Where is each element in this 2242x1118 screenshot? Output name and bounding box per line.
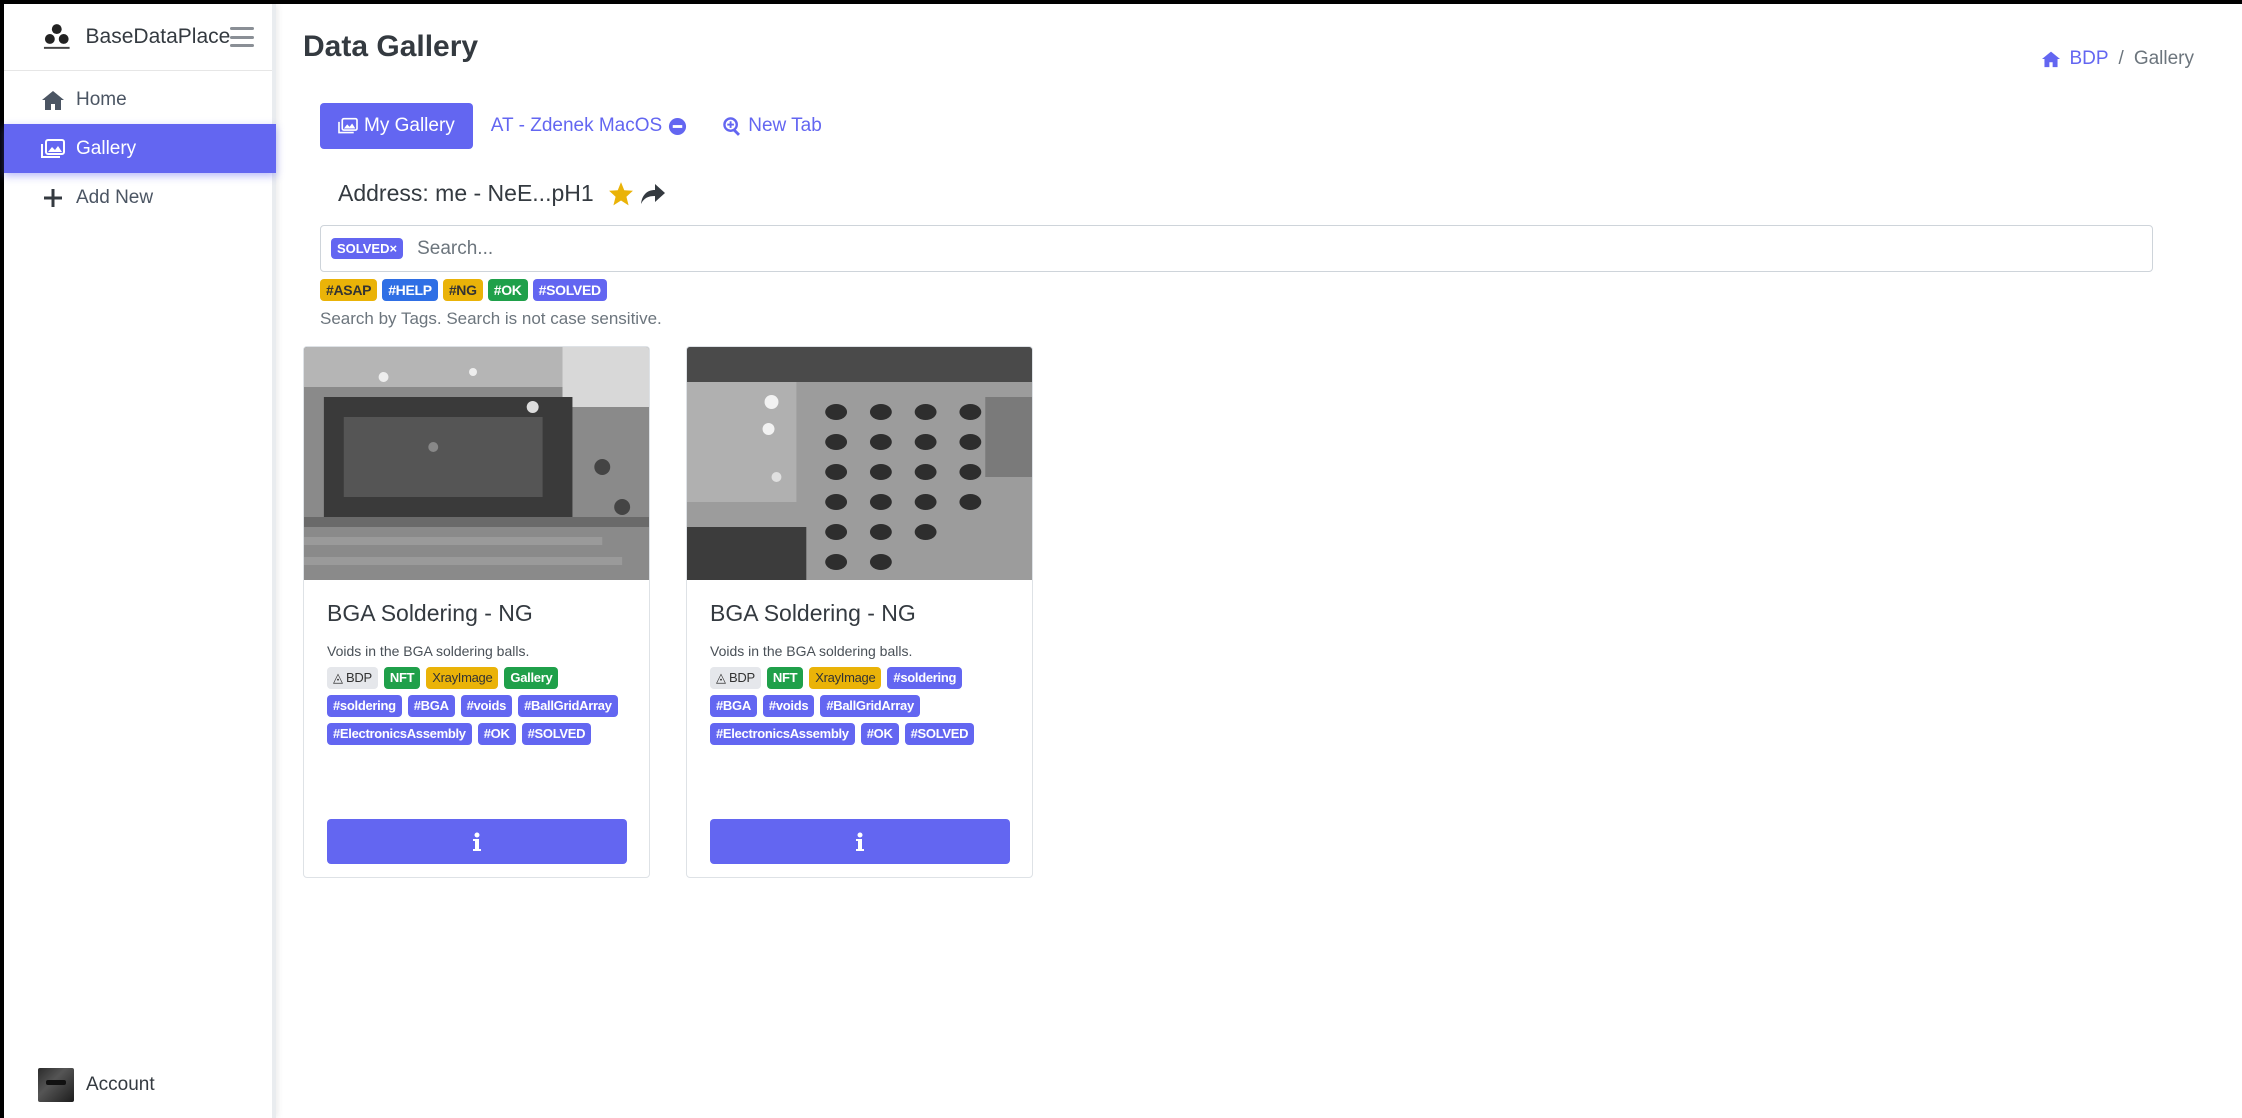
sidebar-item-gallery[interactable]: Gallery [4,124,276,173]
card-tag-ok[interactable]: #OK [860,723,899,745]
card-tags: ◬ BDP NFT XrayImage Gallery #soldering #… [327,667,627,745]
card-tag-voids[interactable]: #voids [460,695,513,717]
breadcrumb-current: Gallery [2133,48,2194,69]
card-tag-solved[interactable]: #SOLVED [521,723,592,745]
card-tag-electronicsassembly[interactable]: #ElectronicsAssembly [710,723,855,745]
tag-filter-solved[interactable]: #SOLVED [532,279,607,301]
account-button[interactable]: Account [38,1068,155,1102]
page-title: Data Gallery [303,30,479,63]
tab-new-tab[interactable]: New Tab [705,103,840,149]
plus-icon [40,187,66,209]
card-tag-voids[interactable]: #voids [762,695,815,717]
card-tag-bga[interactable]: #BGA [407,695,455,717]
card-tag-xrayimage[interactable]: XrayImage [426,667,499,689]
info-icon [473,832,481,851]
tab-my-gallery[interactable]: My Gallery [320,103,473,149]
card-tag-electronicsassembly[interactable]: #ElectronicsAssembly [327,723,472,745]
search-hint: Search by Tags. Search is not case sensi… [320,309,662,328]
tag-filter-asap[interactable]: #ASAP [320,279,378,301]
star-icon[interactable] [608,181,634,206]
card-tag-solved[interactable]: #SOLVED [904,723,975,745]
card-tag-xrayimage[interactable]: XrayImage [809,667,882,689]
sidebar-item-label: Gallery [76,137,137,159]
sidebar: BaseDataPlace Home Gallery Add New Accou… [4,4,276,1118]
avatar [38,1068,74,1102]
brand-name[interactable]: BaseDataPlace [86,25,231,49]
card-tags: ◬ BDP NFT XrayImage #soldering #BGA #voi… [710,667,1010,745]
brand-bar: BaseDataPlace [4,4,272,71]
tag-filter-ng[interactable]: #NG [442,279,483,301]
gallery-icon [338,117,358,135]
tag-search-box[interactable]: SOLVED× [320,225,2153,272]
card-info-button[interactable] [327,819,627,864]
search-plus-icon [723,116,742,136]
sidebar-item-label: Home [76,88,127,110]
card-tag-bdp[interactable]: ◬ BDP [710,667,761,689]
menu-toggle-icon[interactable] [230,27,254,47]
bdp-logo-icon: ◬ [716,670,730,685]
tab-label: My Gallery [364,115,455,136]
xray-thumbnail-image[interactable] [304,347,649,580]
remove-tab-icon[interactable] [668,117,687,136]
sidebar-item-home[interactable]: Home [4,75,272,124]
xray-thumbnail-image[interactable] [687,347,1032,580]
tab-label: AT - Zdenek MacOS [490,115,663,136]
card-description: Voids in the BGA soldering balls. [710,643,913,659]
bdp-logo-icon: ◬ [333,670,347,685]
sidebar-item-add-new[interactable]: Add New [4,173,272,222]
main-content: Data Gallery BDP / Gallery My Gallery AT… [276,4,2242,1118]
home-icon [2042,51,2061,68]
sidebar-nav: Home Gallery Add New [4,75,276,222]
card-info-button[interactable] [710,819,1010,864]
sidebar-item-label: Add New [76,186,154,208]
tag-filter-ok[interactable]: #OK [487,279,528,301]
breadcrumb-separator: / [2118,48,2124,69]
account-label: Account [86,1074,155,1095]
address-label: Address: me - NeE...pH1 [338,180,594,206]
gallery-icon [40,138,66,160]
card-description: Voids in the BGA soldering balls. [327,643,530,659]
brand-logo-icon[interactable] [40,22,74,52]
address-line: Address: me - NeE...pH1 [338,180,666,207]
active-filter-chip[interactable]: SOLVED× [331,238,404,259]
tab-label: New Tab [748,115,822,136]
card-tag-soldering[interactable]: #soldering [887,667,963,689]
card-title: BGA Soldering - NG [327,600,533,626]
tag-filter-help[interactable]: #HELP [382,279,438,301]
card-tag-ballgridarray[interactable]: #BallGridArray [820,695,920,717]
card-tag-nft[interactable]: NFT [766,667,804,689]
tab-at-zdenek-macos[interactable]: AT - Zdenek MacOS [473,103,705,149]
card-title: BGA Soldering - NG [710,600,916,626]
card-tag-nft[interactable]: NFT [383,667,421,689]
card-tag-ok[interactable]: #OK [477,723,516,745]
card-body: BGA Soldering - NG Voids in the BGA sold… [304,580,649,765]
gallery-grid: BGA Soldering - NG Voids in the BGA sold… [303,346,1033,878]
home-icon [40,89,66,111]
gallery-card: BGA Soldering - NG Voids in the BGA sold… [303,346,650,878]
card-tag-soldering[interactable]: #soldering [327,695,402,717]
app-window: BaseDataPlace Home Gallery Add New Accou… [4,4,2242,1118]
card-tag-bdp[interactable]: ◬ BDP [327,667,378,689]
info-icon [856,832,864,851]
tag-filter-list: #ASAP #HELP #NG #OK #SOLVED [320,279,607,301]
card-tag-gallery[interactable]: Gallery [504,667,559,689]
card-tag-bga[interactable]: #BGA [710,695,757,717]
breadcrumb: BDP / Gallery [2041,48,2194,70]
search-input[interactable] [417,226,2152,271]
gallery-card: BGA Soldering - NG Voids in the BGA sold… [686,346,1033,878]
card-tag-ballgridarray[interactable]: #BallGridArray [518,695,618,717]
breadcrumb-home-label: BDP [2069,48,2109,69]
card-body: BGA Soldering - NG Voids in the BGA sold… [687,580,1032,765]
gallery-tabs: My Gallery AT - Zdenek MacOS New Tab [320,103,840,149]
share-icon[interactable] [640,183,666,205]
breadcrumb-home-link[interactable]: BDP [2041,48,2109,70]
